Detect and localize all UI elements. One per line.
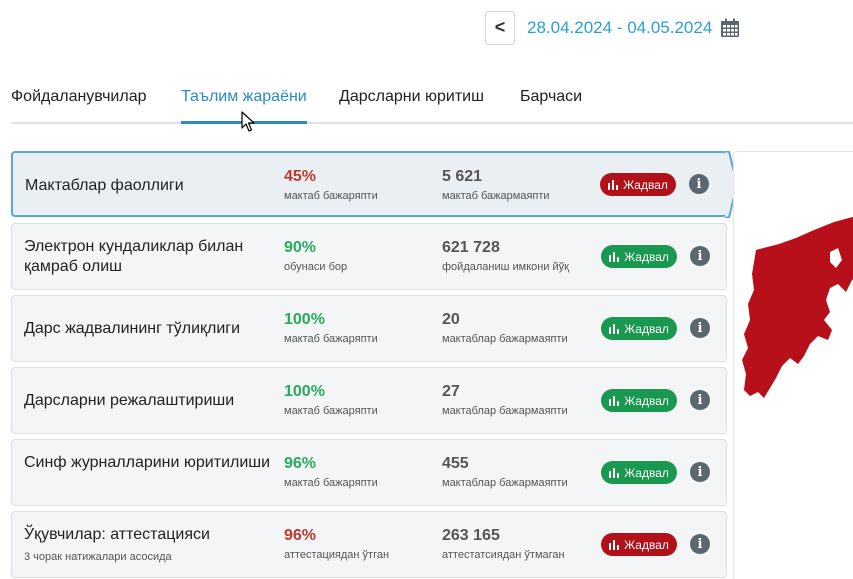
tab-bar: Фойдаланувчилар Таълим жараёни Дарсларни… [11,86,853,124]
percent-value: 96% [284,455,317,472]
table-button-label: Жадвал [624,465,669,480]
card-percent-metric: 100% мактаб бажаряпти [284,310,378,345]
bar-chart-icon [609,324,620,334]
count-value: 455 [442,455,469,472]
bar-chart-icon [609,252,620,262]
table-button-label: Жадвал [623,177,668,192]
count-label: мактаблар бажармаяпти [442,405,568,417]
tab-all[interactable]: Барчаси [520,86,582,124]
table-button-label: Жадвал [624,537,669,552]
card-count-metric: 5 621 мактаб бажармаяпти [442,167,550,202]
previous-week-button[interactable]: < [485,10,515,45]
percent-value: 100% [284,383,325,400]
card-percent-metric: 96% аттестациядан ўтган [284,526,389,561]
card-percent-metric: 90% обунаси бор [284,238,347,273]
card-title: Мактаблар фаоллиги [25,177,184,194]
card-student-attestation[interactable]: Ўқувчилар: аттестацияси 3 чорак натижала… [11,511,727,578]
card-title: Синф журналларини юритилиши [24,454,271,471]
info-icon[interactable]: i [690,462,710,482]
table-button[interactable]: Жадвал [600,173,676,196]
bar-chart-icon [608,180,619,190]
card-title: Ўқувчилар: аттестацияси [24,526,210,543]
count-value: 621 728 [442,239,500,256]
percent-label: мактаб бажаряпти [284,477,378,489]
bar-chart-icon [609,396,620,406]
card-lesson-planning[interactable]: Дарсларни режалаштириши 100% мактаб бажа… [11,367,727,434]
table-button[interactable]: Жадвал [601,317,677,340]
percent-label: аттестациядан ўтган [284,549,390,561]
count-value: 5 621 [442,168,483,185]
table-button[interactable]: Жадвал [601,245,677,268]
percent-value: 96% [284,527,317,544]
bar-chart-icon [609,540,620,550]
table-button-label: Жадвал [624,393,669,408]
card-count-metric: 455 мактаблар бажармаяпти [442,454,568,489]
table-button-label: Жадвал [624,321,669,336]
info-icon[interactable]: i [690,534,710,554]
card-title: Дарсларни режалаштириши [24,392,235,409]
card-percent-metric: 96% мактаб бажаряпти [284,454,378,489]
count-value: 263 165 [442,527,500,544]
card-schedule-completeness[interactable]: Дарс жадвалининг тўлиқлиги 100% мактаб б… [11,295,727,362]
table-button[interactable]: Жадвал [601,461,677,484]
tab-lesson-management[interactable]: Дарсларни юритиш [339,86,484,124]
percent-label: мактаб бажаряпти [284,333,378,345]
card-percent-metric: 45% мактаб бажаряпти [284,167,378,202]
percent-label: обунаси бор [284,261,348,273]
region-map-panel [733,151,853,579]
percent-label: мактаб бажаряпти [284,405,378,417]
count-label: аттестатсиядан ўтмаган [442,549,565,561]
calendar-icon[interactable] [720,18,740,38]
percent-value: 100% [284,311,325,328]
info-icon[interactable]: i [690,246,710,266]
count-value: 20 [442,311,460,328]
tab-users[interactable]: Фойдаланувчилар [11,86,147,124]
date-range-bar: < 28.04.2024 - 04.05.2024 [485,10,740,45]
percent-value: 45% [284,168,317,185]
card-class-journals[interactable]: Синф журналларини юритилиши 96% мактаб б… [11,439,727,506]
info-icon[interactable]: i [690,390,710,410]
table-button-label: Жадвал [624,249,669,264]
table-button[interactable]: Жадвал [601,389,677,412]
card-count-metric: 27 мактаблар бажармаяпти [442,382,568,417]
card-count-metric: 621 728 фойдаланиш имкони йўқ [442,238,569,273]
bar-chart-icon [609,468,620,478]
mouse-cursor-icon [241,111,255,132]
card-count-metric: 263 165 аттестатсиядан ўтмаган [442,526,565,561]
region-shape[interactable] [742,214,853,398]
card-electronic-diaries[interactable]: Электрон кундаликлар билан қамраб олиш 9… [11,223,727,290]
card-title: Дарс жадвалининг тўлиқлиги [24,320,241,337]
card-school-activity[interactable]: Мактаблар фаоллиги 45% мактаб бажаряпти … [11,151,738,218]
card-percent-metric: 100% мактаб бажаряпти [284,382,378,417]
card-count-metric: 20 мактаблар бажармаяпти [442,310,568,345]
card-title: Электрон кундаликлар билан қамраб олиш [24,238,244,275]
count-label: мактаб бажармаяпти [442,190,550,202]
info-icon[interactable]: i [690,318,710,338]
table-button[interactable]: Жадвал [601,533,677,556]
count-value: 27 [442,383,460,400]
info-icon[interactable]: i [689,174,709,194]
count-label: фойдаланиш имкони йўқ [442,261,569,273]
percent-value: 90% [284,239,317,256]
count-label: мактаблар бажармаяпти [442,333,568,345]
date-range-text[interactable]: 28.04.2024 - 04.05.2024 [527,18,712,38]
percent-label: мактаб бажаряпти [284,190,378,202]
region-map [742,214,853,398]
count-label: мактаблар бажармаяпти [442,477,568,489]
card-subtitle: 3 чорак натижалари асосида [24,551,172,563]
